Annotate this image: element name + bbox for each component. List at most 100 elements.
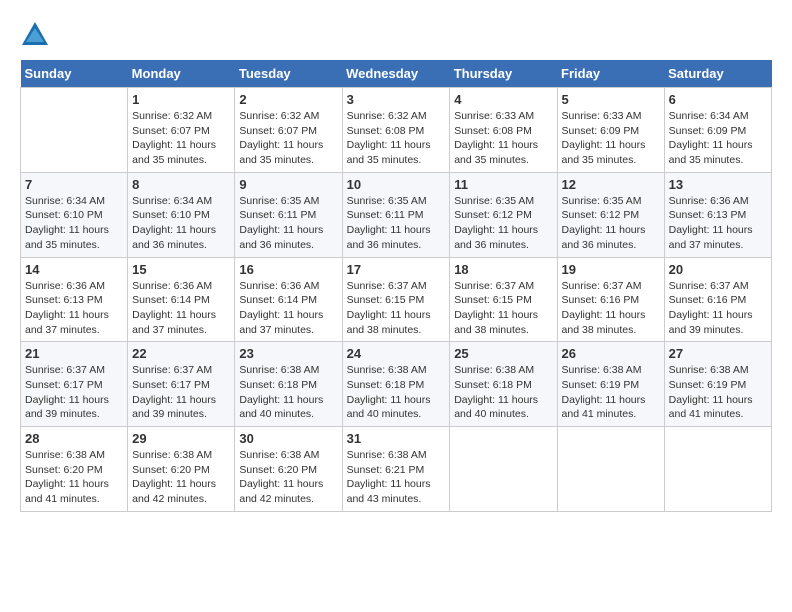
day-number: 16 <box>239 262 337 277</box>
day-info: Sunrise: 6:37 AM Sunset: 6:16 PM Dayligh… <box>562 279 660 338</box>
day-number: 22 <box>132 346 230 361</box>
calendar-day-cell: 19 Sunrise: 6:37 AM Sunset: 6:16 PM Dayli… <box>557 257 664 342</box>
calendar-day-cell: 16 Sunrise: 6:36 AM Sunset: 6:14 PM Dayli… <box>235 257 342 342</box>
logo-icon <box>20 20 50 50</box>
calendar-day-cell: 24 Sunrise: 6:38 AM Sunset: 6:18 PM Dayli… <box>342 342 450 427</box>
day-number: 28 <box>25 431 123 446</box>
calendar-day-cell: 31 Sunrise: 6:38 AM Sunset: 6:21 PM Dayli… <box>342 427 450 512</box>
calendar-week-row: 21 Sunrise: 6:37 AM Sunset: 6:17 PM Dayli… <box>21 342 772 427</box>
day-info: Sunrise: 6:36 AM Sunset: 6:13 PM Dayligh… <box>25 279 123 338</box>
calendar-day-cell: 23Sunrise: 6:38 AM Sunset: 6:18 PM Dayli… <box>235 342 342 427</box>
day-info: Sunrise: 6:32 AM Sunset: 6:07 PM Dayligh… <box>239 109 337 168</box>
day-header-monday: Monday <box>128 60 235 88</box>
calendar-day-cell: 3Sunrise: 6:32 AM Sunset: 6:08 PM Daylig… <box>342 88 450 173</box>
day-info: Sunrise: 6:36 AM Sunset: 6:14 PM Dayligh… <box>132 279 230 338</box>
day-info: Sunrise: 6:38 AM Sunset: 6:18 PM Dayligh… <box>454 363 552 422</box>
calendar-day-cell: 9 Sunrise: 6:35 AM Sunset: 6:11 PM Daylig… <box>235 172 342 257</box>
day-number: 13 <box>669 177 767 192</box>
day-number: 11 <box>454 177 552 192</box>
day-info: Sunrise: 6:38 AM Sunset: 6:18 PM Dayligh… <box>239 363 337 422</box>
calendar-day-cell: 13 Sunrise: 6:36 AM Sunset: 6:13 PM Dayli… <box>664 172 771 257</box>
calendar-day-cell: 25 Sunrise: 6:38 AM Sunset: 6:18 PM Dayli… <box>450 342 557 427</box>
day-info: Sunrise: 6:35 AM Sunset: 6:12 PM Dayligh… <box>454 194 552 253</box>
day-info: Sunrise: 6:35 AM Sunset: 6:11 PM Dayligh… <box>347 194 446 253</box>
day-info: Sunrise: 6:38 AM Sunset: 6:21 PM Dayligh… <box>347 448 446 507</box>
day-number: 31 <box>347 431 446 446</box>
day-info: Sunrise: 6:33 AM Sunset: 6:08 PM Dayligh… <box>454 109 552 168</box>
calendar-day-cell: 12 Sunrise: 6:35 AM Sunset: 6:12 PM Dayli… <box>557 172 664 257</box>
day-info: Sunrise: 6:37 AM Sunset: 6:15 PM Dayligh… <box>347 279 446 338</box>
day-number: 10 <box>347 177 446 192</box>
day-info: Sunrise: 6:37 AM Sunset: 6:16 PM Dayligh… <box>669 279 767 338</box>
day-info: Sunrise: 6:34 AM Sunset: 6:09 PM Dayligh… <box>669 109 767 168</box>
day-info: Sunrise: 6:38 AM Sunset: 6:19 PM Dayligh… <box>562 363 660 422</box>
calendar-day-cell: 1Sunrise: 6:32 AM Sunset: 6:07 PM Daylig… <box>128 88 235 173</box>
calendar-day-cell: 17 Sunrise: 6:37 AM Sunset: 6:15 PM Dayli… <box>342 257 450 342</box>
calendar-day-cell <box>450 427 557 512</box>
day-info: Sunrise: 6:38 AM Sunset: 6:18 PM Dayligh… <box>347 363 446 422</box>
logo <box>20 20 54 50</box>
day-number: 12 <box>562 177 660 192</box>
day-info: Sunrise: 6:34 AM Sunset: 6:10 PM Dayligh… <box>132 194 230 253</box>
calendar-day-cell <box>557 427 664 512</box>
calendar-day-cell: 27Sunrise: 6:38 AM Sunset: 6:19 PM Dayli… <box>664 342 771 427</box>
calendar-day-cell: 10 Sunrise: 6:35 AM Sunset: 6:11 PM Dayli… <box>342 172 450 257</box>
day-number: 5 <box>562 92 660 107</box>
calendar-week-row: 7 Sunrise: 6:34 AM Sunset: 6:10 PM Daylig… <box>21 172 772 257</box>
day-number: 2 <box>239 92 337 107</box>
day-number: 25 <box>454 346 552 361</box>
calendar-day-cell: 28Sunrise: 6:38 AM Sunset: 6:20 PM Dayli… <box>21 427 128 512</box>
calendar-day-cell <box>664 427 771 512</box>
day-info: Sunrise: 6:35 AM Sunset: 6:12 PM Dayligh… <box>562 194 660 253</box>
day-info: Sunrise: 6:37 AM Sunset: 6:15 PM Dayligh… <box>454 279 552 338</box>
day-header-wednesday: Wednesday <box>342 60 450 88</box>
day-number: 8 <box>132 177 230 192</box>
day-number: 26 <box>562 346 660 361</box>
day-info: Sunrise: 6:38 AM Sunset: 6:20 PM Dayligh… <box>239 448 337 507</box>
header <box>20 20 772 50</box>
calendar-day-cell: 30 Sunrise: 6:38 AM Sunset: 6:20 PM Dayli… <box>235 427 342 512</box>
day-info: Sunrise: 6:35 AM Sunset: 6:11 PM Dayligh… <box>239 194 337 253</box>
day-number: 17 <box>347 262 446 277</box>
calendar-day-cell: 26 Sunrise: 6:38 AM Sunset: 6:19 PM Dayli… <box>557 342 664 427</box>
day-number: 15 <box>132 262 230 277</box>
day-header-sunday: Sunday <box>21 60 128 88</box>
day-header-tuesday: Tuesday <box>235 60 342 88</box>
calendar-day-cell: 4Sunrise: 6:33 AM Sunset: 6:08 PM Daylig… <box>450 88 557 173</box>
calendar-day-cell <box>21 88 128 173</box>
day-header-friday: Friday <box>557 60 664 88</box>
day-info: Sunrise: 6:34 AM Sunset: 6:10 PM Dayligh… <box>25 194 123 253</box>
day-number: 14 <box>25 262 123 277</box>
day-info: Sunrise: 6:37 AM Sunset: 6:17 PM Dayligh… <box>25 363 123 422</box>
day-number: 24 <box>347 346 446 361</box>
day-info: Sunrise: 6:33 AM Sunset: 6:09 PM Dayligh… <box>562 109 660 168</box>
calendar-day-cell: 2 Sunrise: 6:32 AM Sunset: 6:07 PM Daylig… <box>235 88 342 173</box>
calendar-day-cell: 18 Sunrise: 6:37 AM Sunset: 6:15 PM Dayli… <box>450 257 557 342</box>
calendar-week-row: 1Sunrise: 6:32 AM Sunset: 6:07 PM Daylig… <box>21 88 772 173</box>
calendar-day-cell: 11 Sunrise: 6:35 AM Sunset: 6:12 PM Dayli… <box>450 172 557 257</box>
calendar-week-row: 28 Sunrise: 6:38 AM Sunset: 6:20 PM Dayli… <box>21 427 772 512</box>
day-number: 6 <box>669 92 767 107</box>
day-info: Sunrise: 6:36 AM Sunset: 6:14 PM Dayligh… <box>239 279 337 338</box>
day-number: 7 <box>25 177 123 192</box>
calendar-header-row: SundayMondayTuesdayWednesdayThursdayFrid… <box>21 60 772 88</box>
day-info: Sunrise: 6:32 AM Sunset: 6:08 PM Dayligh… <box>347 109 446 168</box>
calendar-table: SundayMondayTuesdayWednesdayThursdayFrid… <box>20 60 772 512</box>
day-info: Sunrise: 6:32 AM Sunset: 6:07 PM Dayligh… <box>132 109 230 168</box>
day-info: Sunrise: 6:36 AM Sunset: 6:13 PM Dayligh… <box>669 194 767 253</box>
day-number: 19 <box>562 262 660 277</box>
day-number: 18 <box>454 262 552 277</box>
day-number: 29 <box>132 431 230 446</box>
day-number: 21 <box>25 346 123 361</box>
calendar-day-cell: 29 Sunrise: 6:38 AM Sunset: 6:20 PM Dayli… <box>128 427 235 512</box>
calendar-day-cell: 15 Sunrise: 6:36 AM Sunset: 6:14 PM Dayli… <box>128 257 235 342</box>
calendar-day-cell: 20Sunrise: 6:37 AM Sunset: 6:16 PM Dayli… <box>664 257 771 342</box>
day-header-thursday: Thursday <box>450 60 557 88</box>
day-number: 9 <box>239 177 337 192</box>
day-number: 30 <box>239 431 337 446</box>
calendar-day-cell: 6 Sunrise: 6:34 AM Sunset: 6:09 PM Daylig… <box>664 88 771 173</box>
day-number: 27 <box>669 346 767 361</box>
calendar-day-cell: 8 Sunrise: 6:34 AM Sunset: 6:10 PM Daylig… <box>128 172 235 257</box>
day-info: Sunrise: 6:38 AM Sunset: 6:20 PM Dayligh… <box>132 448 230 507</box>
day-header-saturday: Saturday <box>664 60 771 88</box>
